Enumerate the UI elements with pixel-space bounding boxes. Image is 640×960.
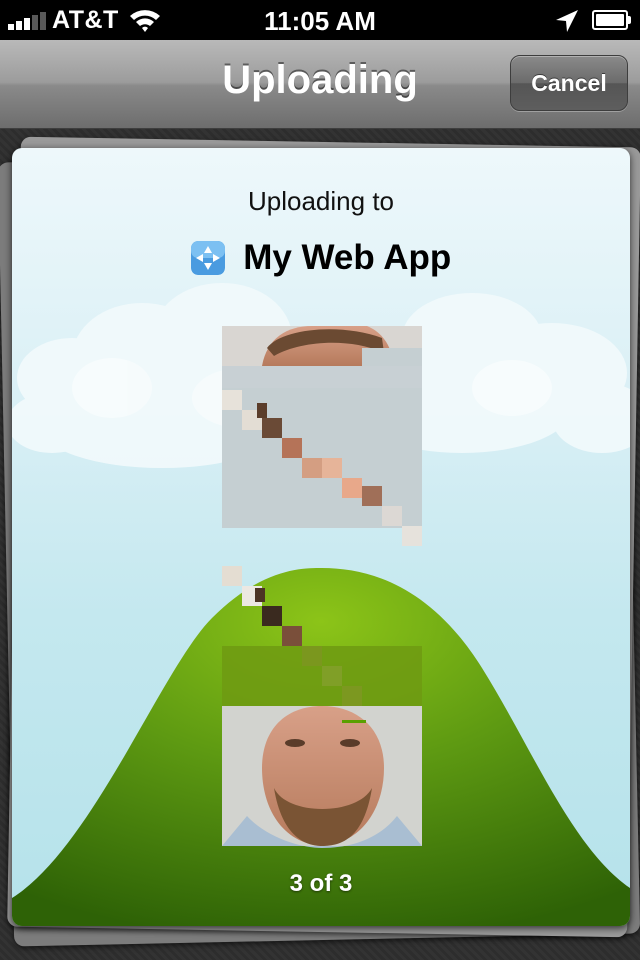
battery-icon: [592, 10, 632, 30]
clock: 11:05 AM: [264, 6, 376, 36]
location-arrow-icon: [556, 10, 578, 32]
app-name: My Web App: [243, 238, 452, 277]
upload-heading: Uploading to: [248, 186, 394, 216]
destination-app: My Web App: [12, 238, 630, 286]
upload-card: Uploading to My Web App 3 of 3: [12, 148, 630, 926]
upload-photo-bottom: [222, 646, 422, 848]
app-compass-icon: [190, 241, 225, 275]
status-bar: AT&T 11:05 AM: [0, 0, 640, 40]
progress-count: 3 of 3: [289, 870, 353, 897]
cancel-button[interactable]: Cancel: [510, 55, 628, 111]
navigation-bar: Uploading Cancel: [0, 40, 640, 129]
upload-photo-top: [222, 326, 422, 546]
